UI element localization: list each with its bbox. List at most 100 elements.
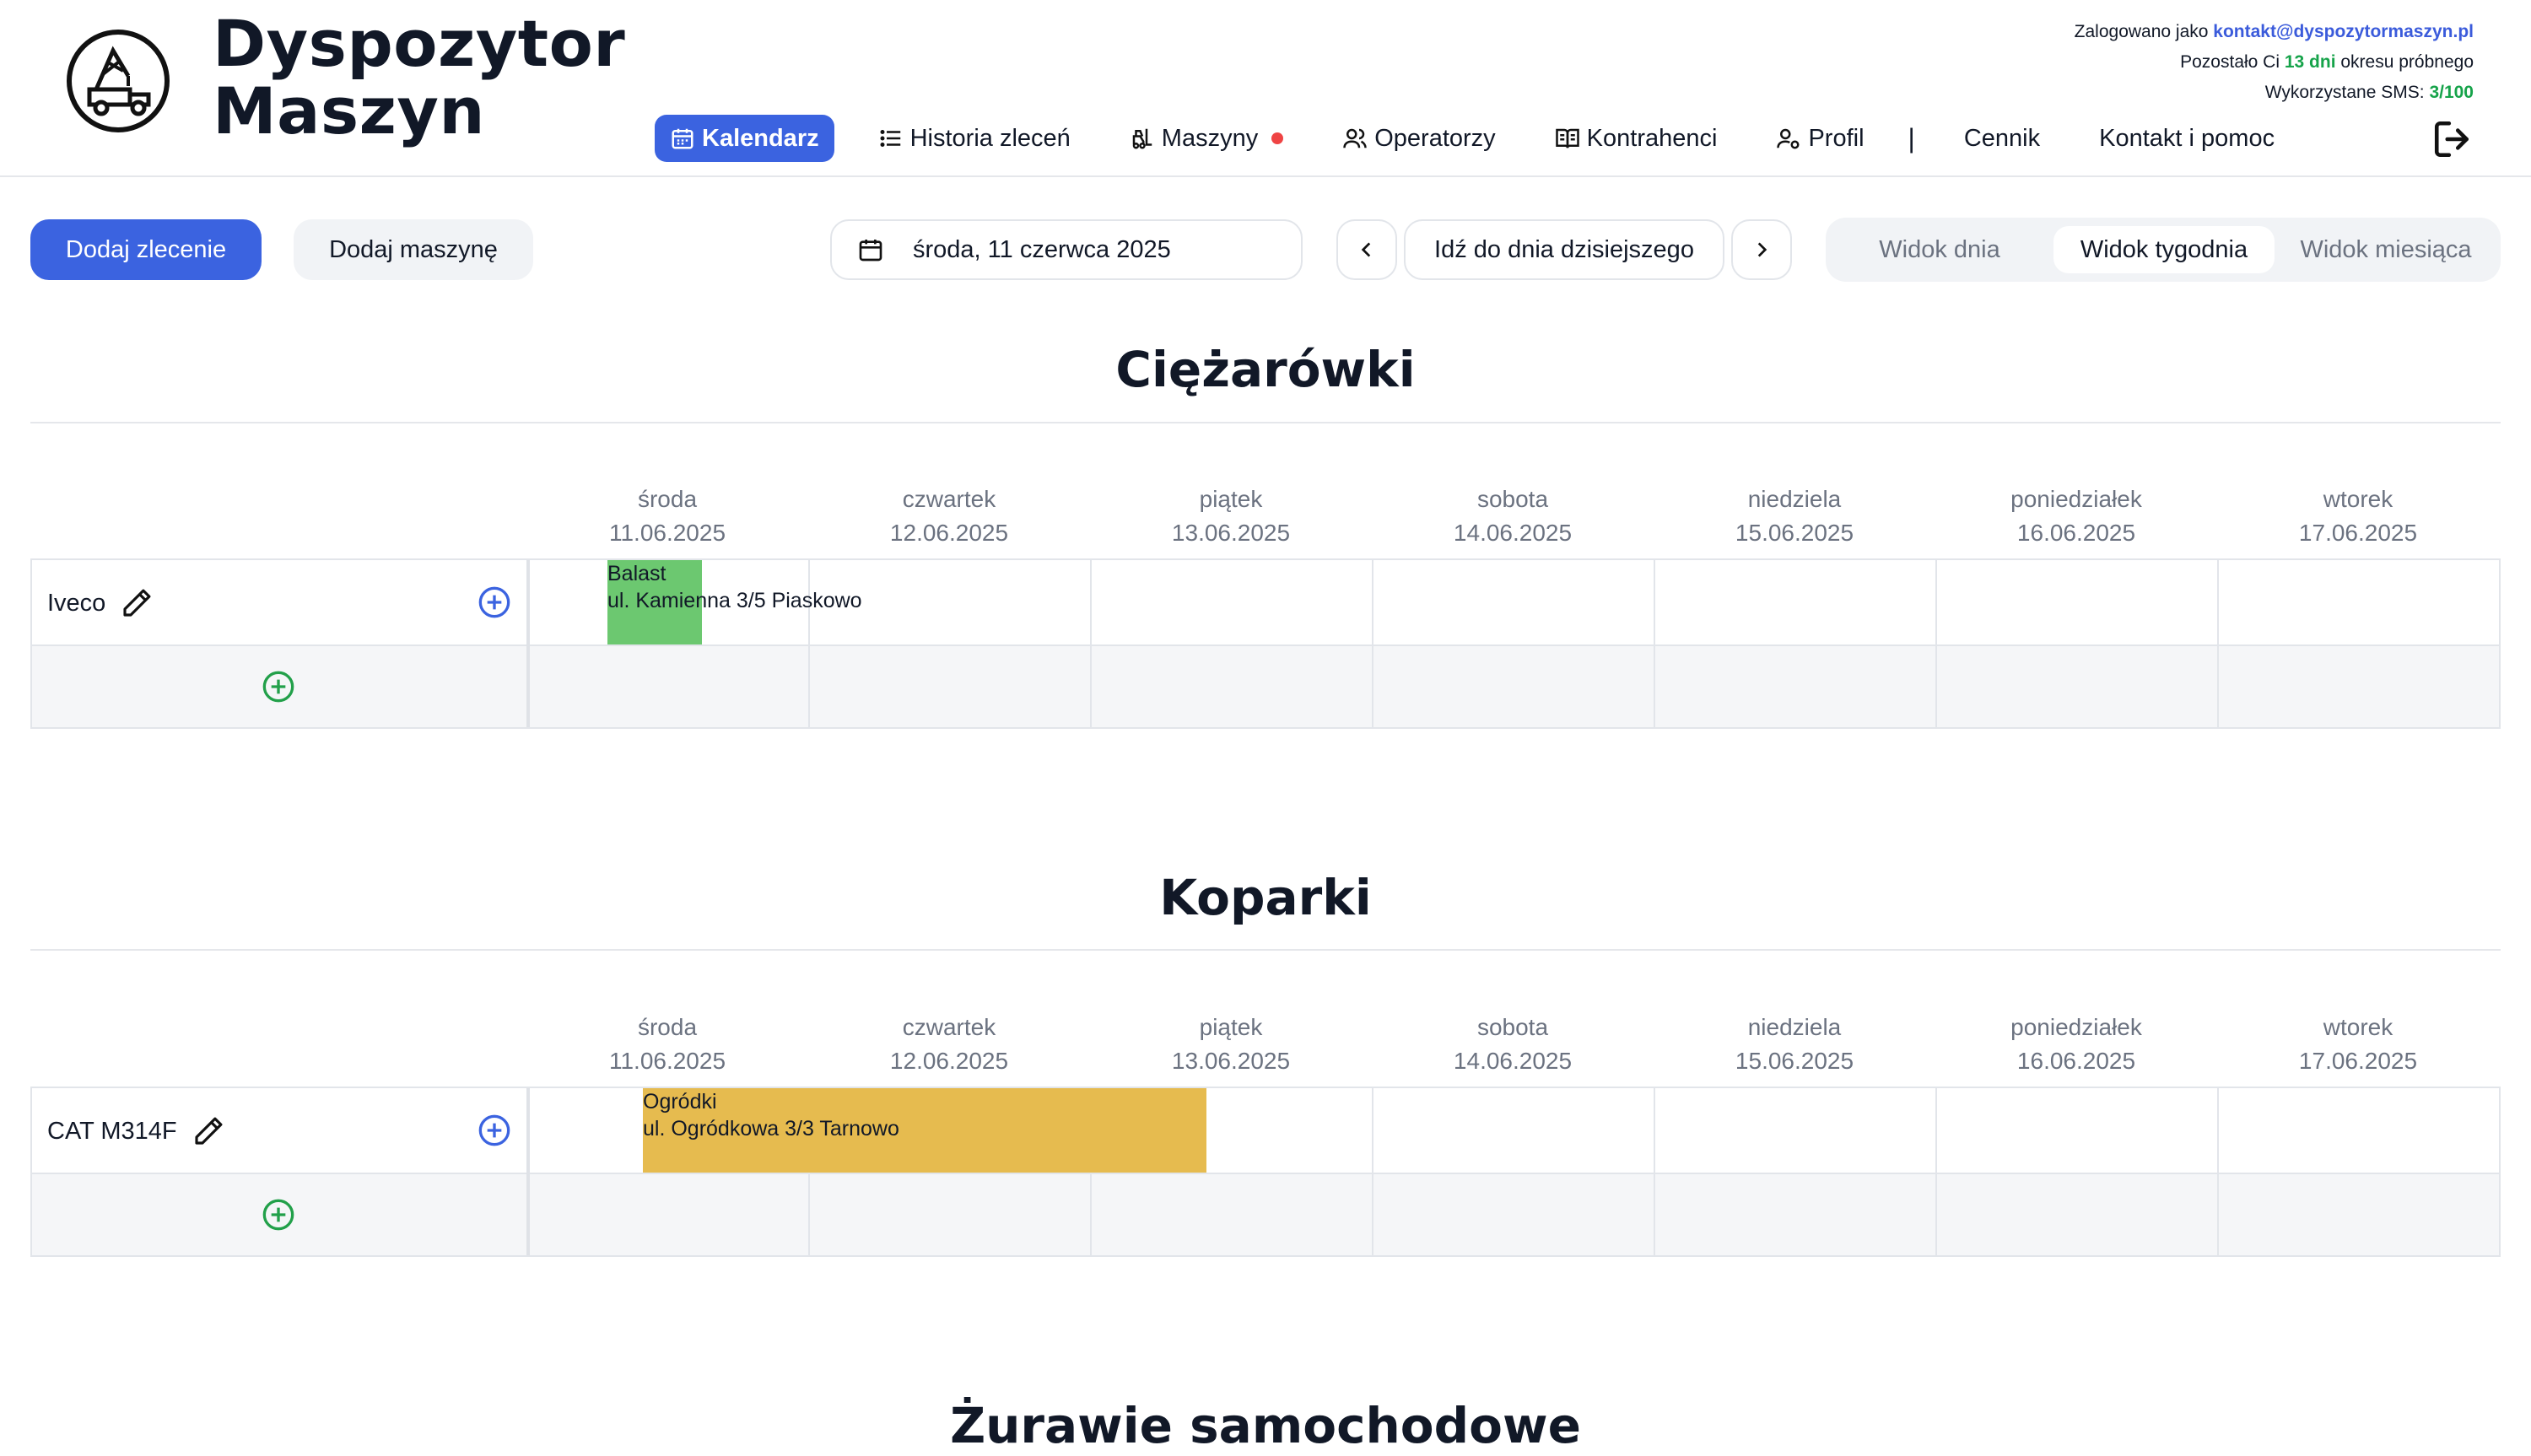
nav-pricing[interactable]: Cennik bbox=[1949, 115, 2055, 162]
logged-in-line: Zalogowano jako kontakt@dyspozytormaszyn… bbox=[2075, 17, 2474, 47]
nav-contact[interactable]: Kontakt i pomoc bbox=[2084, 115, 2290, 162]
crane-truck-logo-icon[interactable] bbox=[66, 29, 170, 133]
users-icon bbox=[1343, 128, 1367, 148]
book-icon bbox=[1555, 128, 1579, 148]
section-title: Ciężarówki bbox=[1115, 341, 1416, 398]
nav-machines-label: Maszyny bbox=[1161, 124, 1259, 152]
day-name: czwartek bbox=[902, 486, 996, 512]
day-name: piątek bbox=[1199, 486, 1263, 512]
day-name: czwartek bbox=[902, 1014, 996, 1040]
nav-machines[interactable]: Maszyny bbox=[1114, 115, 1298, 162]
day-name: wtorek bbox=[2323, 1014, 2393, 1040]
day-header: poniedziałek 16.06.2025 bbox=[1935, 483, 2217, 550]
day-date: 13.06.2025 bbox=[1171, 520, 1291, 546]
add-booking-icon[interactable] bbox=[478, 585, 511, 619]
day-name: piątek bbox=[1199, 1014, 1263, 1040]
add-booking-icon[interactable] bbox=[478, 1114, 511, 1147]
add-machine-button[interactable]: Dodaj maszynę bbox=[294, 219, 533, 280]
day-date: 17.06.2025 bbox=[2298, 1048, 2418, 1074]
section-title: Żurawie samochodowe bbox=[950, 1397, 1581, 1454]
day-header: piątek 13.06.2025 bbox=[1090, 1011, 1372, 1078]
previous-week-button[interactable] bbox=[1336, 219, 1397, 280]
day-date: 14.06.2025 bbox=[1453, 520, 1573, 546]
booking-label[interactable]: Ogródki ul. Ogródkowa 3/3 Tarnowo bbox=[643, 1088, 899, 1142]
forklift-icon bbox=[1132, 128, 1152, 149]
booking-label[interactable]: Balast ul. Kamienna 3/5 Piaskowo bbox=[607, 560, 862, 614]
chevron-left-icon bbox=[1361, 242, 1371, 257]
nav-history-label: Historia zleceń bbox=[909, 124, 1071, 152]
day-header: środa 11.06.2025 bbox=[526, 1011, 808, 1078]
logout-icon[interactable] bbox=[2431, 118, 2474, 160]
booking-address: ul. Ogródkowa 3/3 Tarnowo bbox=[643, 1117, 899, 1141]
next-week-button[interactable] bbox=[1731, 219, 1792, 280]
day-header: środa 11.06.2025 bbox=[526, 483, 808, 550]
day-date: 14.06.2025 bbox=[1453, 1048, 1573, 1074]
grid-column-line bbox=[526, 1088, 530, 1255]
view-switcher: Widok dnia Widok tygodnia Widok miesiąca bbox=[1826, 218, 2501, 282]
day-date: 13.06.2025 bbox=[1171, 1048, 1291, 1074]
schedule-grid: Iveco bbox=[30, 558, 2501, 729]
booking-title: Balast bbox=[607, 562, 666, 585]
machine-row-header: CAT M314F bbox=[47, 1114, 226, 1149]
day-header: poniedziałek 16.06.2025 bbox=[1935, 1011, 2217, 1078]
view-day-tab[interactable]: Widok dnia bbox=[1843, 226, 2037, 273]
trial-days: 13 dni bbox=[2284, 52, 2336, 72]
edit-pencil-icon[interactable] bbox=[191, 1114, 226, 1149]
day-header: sobota 14.06.2025 bbox=[1372, 1011, 1654, 1078]
nav-calendar[interactable]: Kalendarz bbox=[655, 115, 834, 162]
machine-name: Iveco bbox=[47, 589, 106, 617]
add-machine-row-icon[interactable] bbox=[262, 670, 295, 704]
section-divider bbox=[30, 422, 2501, 423]
machine-row-header: Iveco bbox=[47, 585, 154, 621]
day-name: środa bbox=[637, 486, 698, 512]
nav-profile[interactable]: Profil bbox=[1761, 115, 1879, 162]
account-email: kontakt@dyspozytormaszyn.pl bbox=[2213, 22, 2474, 41]
grid-column-line bbox=[1372, 560, 1373, 727]
day-name: niedziela bbox=[1747, 1014, 1842, 1040]
go-to-today-button[interactable]: Idź do dnia dzisiejszego bbox=[1404, 219, 1724, 280]
booking-title: Ogródki bbox=[643, 1090, 717, 1114]
calendar-icon bbox=[672, 128, 693, 149]
nav-history[interactable]: Historia zleceń bbox=[863, 115, 1086, 162]
booking-address: ul. Kamienna 3/5 Piaskowo bbox=[607, 589, 862, 612]
day-name: sobota bbox=[1476, 1014, 1549, 1040]
nav-pricing-label: Cennik bbox=[1963, 124, 2041, 152]
grid-column-line bbox=[2217, 1088, 2219, 1255]
day-date: 12.06.2025 bbox=[889, 520, 1009, 546]
day-date: 17.06.2025 bbox=[2298, 520, 2418, 546]
nav-operators[interactable]: Operatorzy bbox=[1327, 115, 1510, 162]
day-date: 11.06.2025 bbox=[608, 520, 726, 546]
user-settings-icon bbox=[1777, 128, 1800, 149]
day-date: 12.06.2025 bbox=[889, 1048, 1009, 1074]
day-header: piątek 13.06.2025 bbox=[1090, 483, 1372, 550]
brand-title: Dyspozytor Maszyn bbox=[213, 10, 625, 145]
grid-column-line bbox=[1372, 1088, 1373, 1255]
view-week-tab[interactable]: Widok tygodnia bbox=[2053, 226, 2275, 273]
day-date: 16.06.2025 bbox=[2016, 1048, 2136, 1074]
nav-contractors[interactable]: Kontrahenci bbox=[1540, 115, 1733, 162]
day-date: 16.06.2025 bbox=[2016, 520, 2136, 546]
grid-column-line bbox=[1654, 1088, 1655, 1255]
logged-in-prefix: Zalogowano jako bbox=[2074, 22, 2214, 41]
nav-operators-label: Operatorzy bbox=[1374, 124, 1496, 152]
nav-contractors-label: Kontrahenci bbox=[1586, 124, 1718, 152]
machine-name: CAT M314F bbox=[47, 1117, 177, 1145]
day-date: 15.06.2025 bbox=[1735, 1048, 1854, 1074]
day-header: wtorek 17.06.2025 bbox=[2217, 483, 2499, 550]
day-date: 15.06.2025 bbox=[1735, 520, 1854, 546]
date-picker[interactable]: środa, 11 czerwca 2025 bbox=[830, 219, 1303, 280]
add-machine-row-icon[interactable] bbox=[262, 1198, 295, 1232]
view-month-tab[interactable]: Widok miesiąca bbox=[2285, 226, 2487, 273]
schedule-grid: CAT M314F bbox=[30, 1087, 2501, 1257]
day-header: sobota 14.06.2025 bbox=[1372, 483, 1654, 550]
day-name: środa bbox=[637, 1014, 698, 1040]
add-row bbox=[32, 644, 2499, 727]
sms-line: Wykorzystane SMS: 3/100 bbox=[2075, 78, 2474, 108]
section-divider bbox=[30, 949, 2501, 951]
calendar-icon bbox=[859, 240, 882, 262]
day-header: wtorek 17.06.2025 bbox=[2217, 1011, 2499, 1078]
day-name: wtorek bbox=[2323, 486, 2393, 512]
add-order-button[interactable]: Dodaj zlecenie bbox=[30, 219, 262, 280]
edit-pencil-icon[interactable] bbox=[119, 585, 154, 621]
trial-suffix: okresu próbnego bbox=[2335, 52, 2474, 72]
